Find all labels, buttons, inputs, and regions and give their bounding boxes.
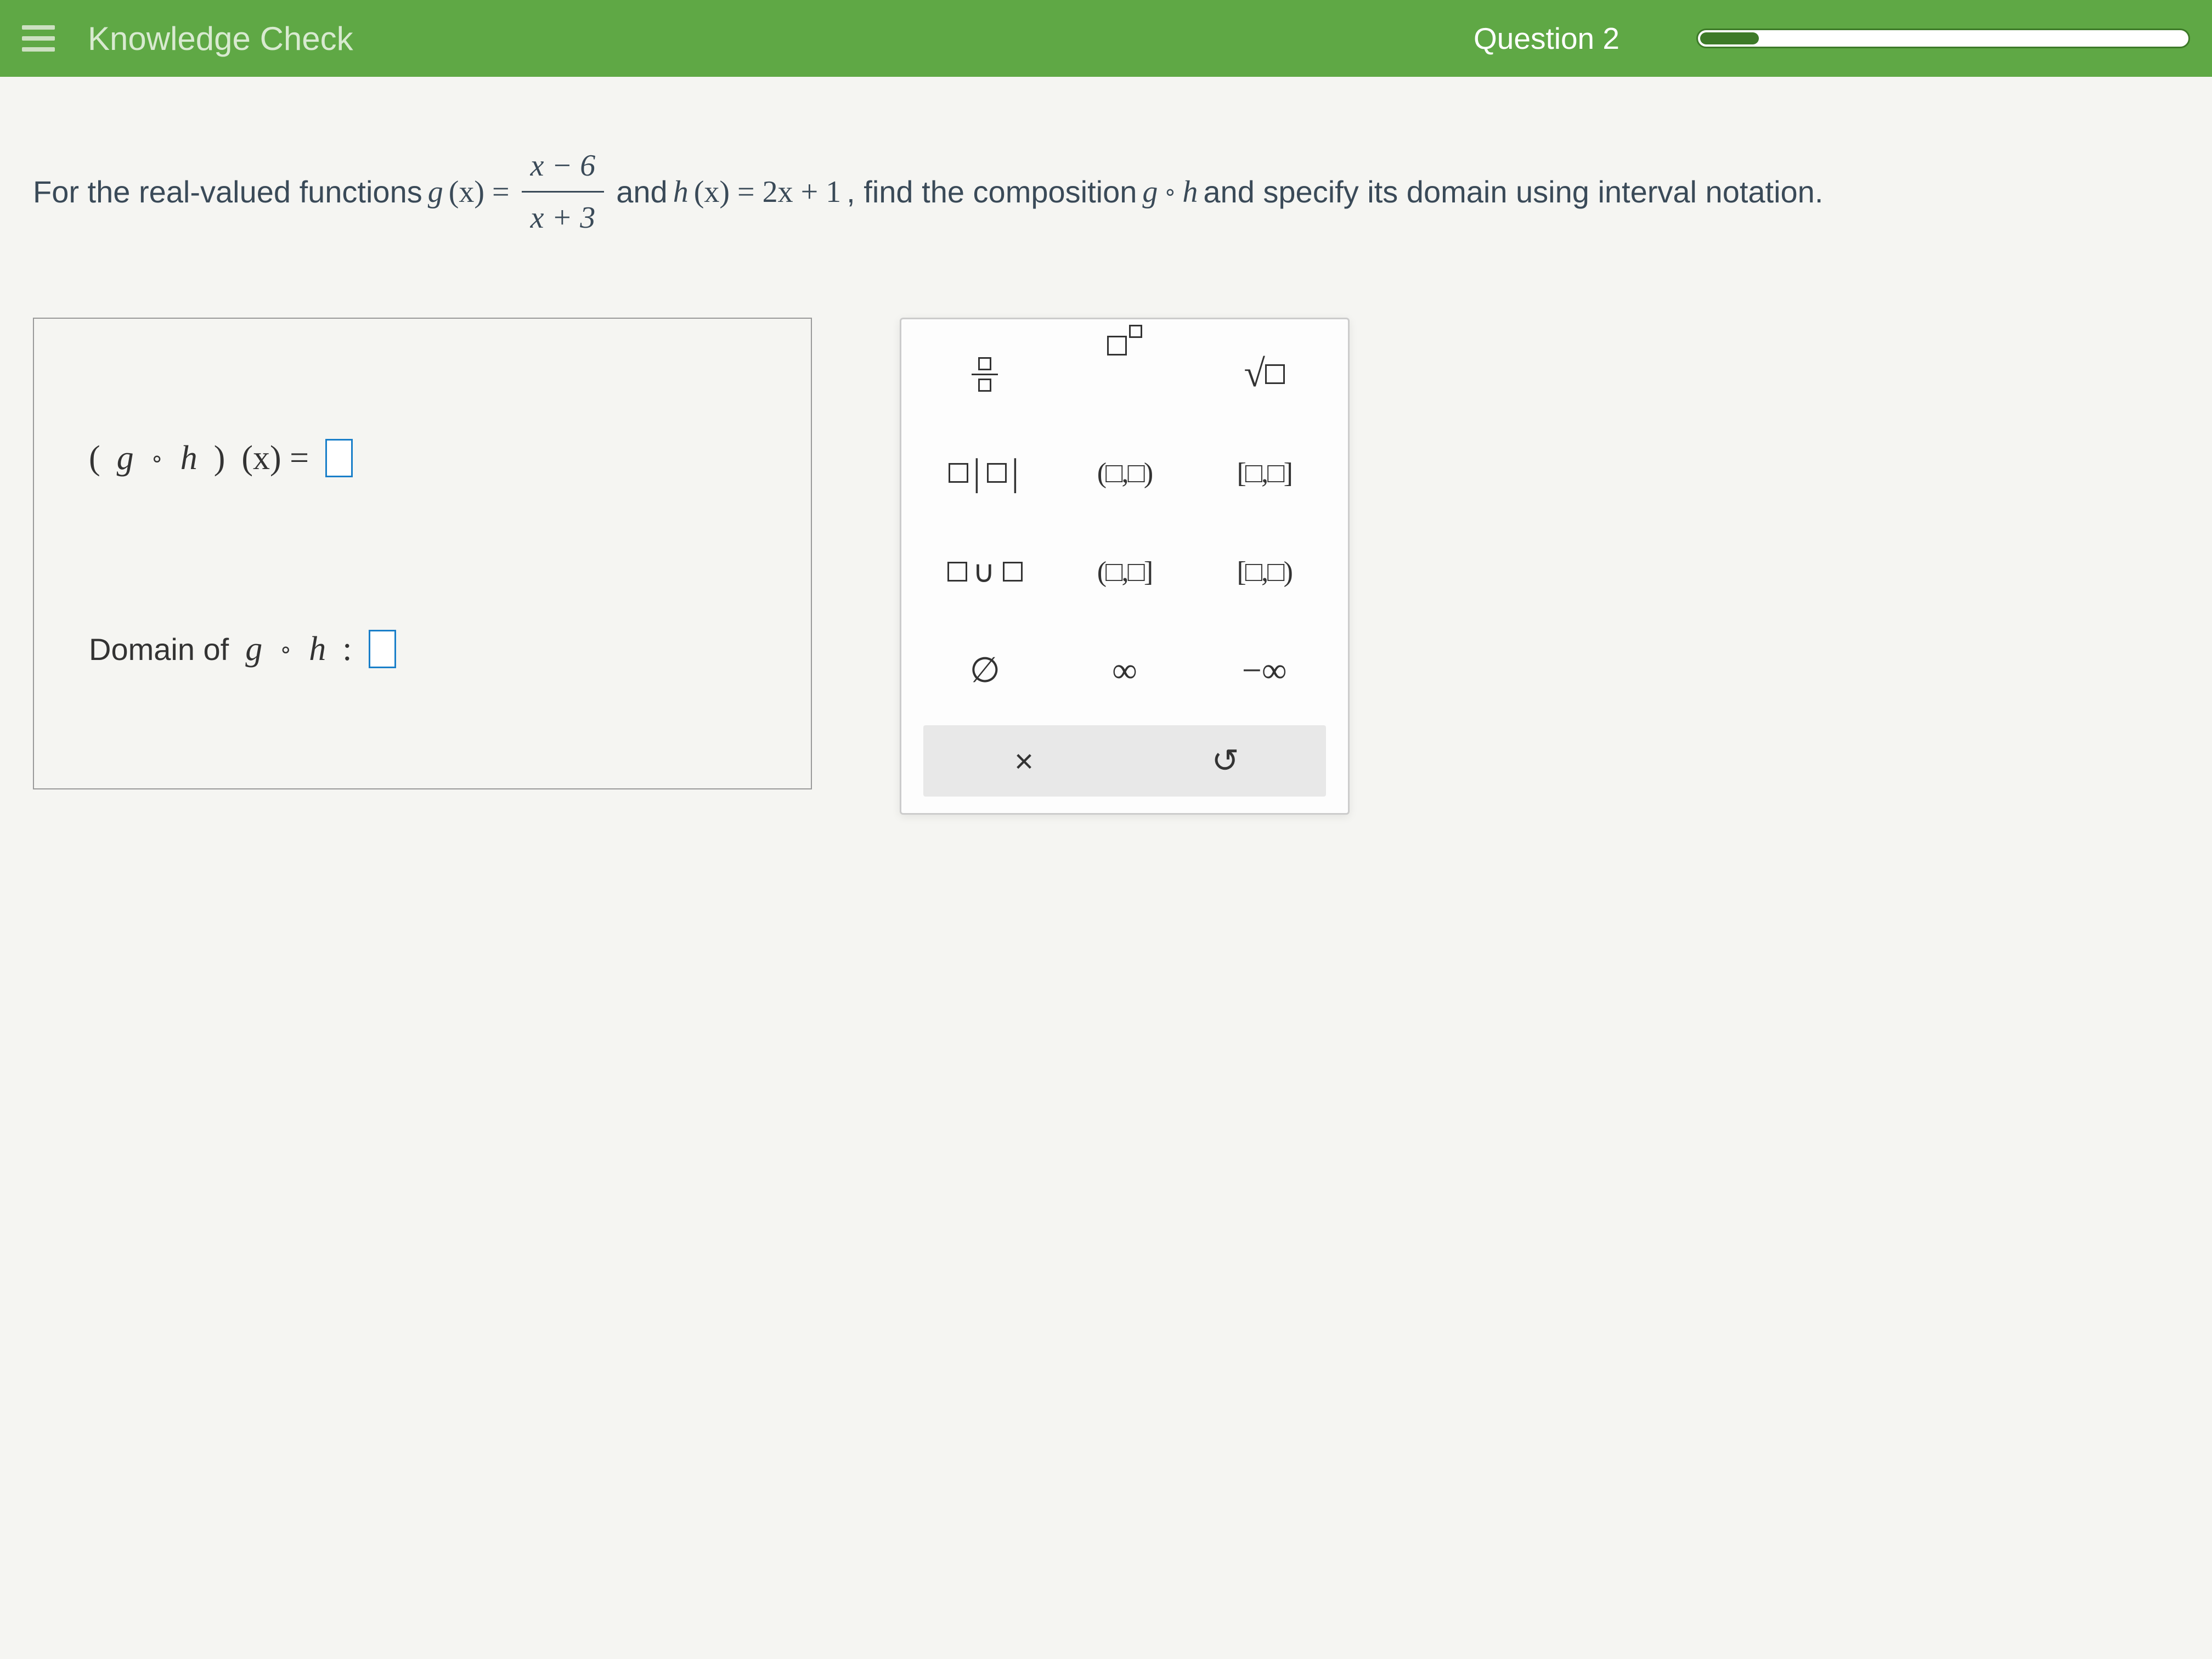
comp-h: h: [1182, 169, 1198, 215]
open-closed-interval-button[interactable]: (□,□]: [1063, 533, 1187, 610]
answer-box: ( g ∘ h ) (x) = Domain of g ∘ h :: [33, 318, 812, 789]
g-function-label: g: [428, 169, 443, 215]
ans-ring-icon: ∘: [150, 445, 164, 471]
neg-infinity-button[interactable]: −∞: [1203, 632, 1326, 709]
domain-h: h: [309, 630, 326, 669]
prompt-tail2: and specify its domain using interval no…: [1203, 169, 1823, 215]
h-function-label: h: [673, 169, 689, 215]
fraction-denominator: x + 3: [522, 193, 605, 241]
fraction: x − 6 x + 3: [522, 143, 605, 241]
reset-icon: ↺: [1211, 742, 1239, 780]
prompt-and: and: [616, 169, 667, 215]
fraction-button[interactable]: [923, 336, 1047, 413]
domain-colon: :: [342, 630, 352, 669]
ans-h: h: [180, 439, 198, 478]
composition-answer-line: ( g ∘ h ) (x) =: [89, 439, 756, 478]
palette-footer: × ↺: [923, 725, 1326, 797]
domain-answer-line: Domain of g ∘ h :: [89, 630, 756, 669]
content-area: For the real-valued functions g (x) = x …: [0, 77, 2212, 1659]
question-prompt: For the real-valued functions g (x) = x …: [33, 143, 2179, 241]
abs-value-button[interactable]: ||: [923, 435, 1047, 511]
clear-button[interactable]: ×: [997, 733, 1052, 788]
open-open-interval-button[interactable]: (□,□): [1063, 435, 1187, 511]
domain-g: g: [245, 630, 262, 669]
empty-set-button[interactable]: ∅: [923, 632, 1047, 709]
sqrt-button[interactable]: √: [1203, 336, 1326, 413]
compose-ring-icon: ∘: [1163, 176, 1177, 208]
fraction-numerator: x − 6: [522, 143, 605, 193]
app-header: Knowledge Check Question 2: [0, 0, 2212, 77]
domain-input[interactable]: [369, 630, 396, 668]
prompt-intro: For the real-valued functions: [33, 169, 422, 215]
progress-bar: [1696, 29, 2190, 48]
union-button[interactable]: ∪: [923, 533, 1047, 610]
progress-fill: [1700, 32, 1759, 44]
h-of-x: (x) = 2x + 1: [694, 169, 841, 215]
reset-button[interactable]: ↺: [1198, 733, 1253, 788]
composition-input[interactable]: [325, 439, 353, 477]
prompt-tail: , find the composition: [847, 169, 1137, 215]
infinity-button[interactable]: ∞: [1063, 632, 1187, 709]
domain-prefix: Domain of: [89, 631, 229, 667]
page-title: Knowledge Check: [88, 20, 353, 58]
comp-g: g: [1142, 169, 1158, 215]
closed-closed-interval-button[interactable]: [□,□]: [1203, 435, 1326, 511]
g-of-x: (x) =: [449, 169, 510, 215]
ans-paren: (x) =: [241, 439, 309, 478]
menu-icon[interactable]: [22, 25, 55, 52]
domain-ring-icon: ∘: [279, 636, 292, 662]
ans-g: g: [117, 439, 134, 478]
math-palette: √ || (□,□) [□,□] ∪ (□,□] [□,□) ∅ ∞ −∞ ×: [900, 318, 1350, 815]
close-icon: ×: [1014, 742, 1034, 780]
closed-open-interval-button[interactable]: [□,□): [1203, 533, 1326, 610]
exponent-button[interactable]: [1063, 336, 1187, 413]
question-number-label: Question 2: [1474, 21, 1620, 56]
